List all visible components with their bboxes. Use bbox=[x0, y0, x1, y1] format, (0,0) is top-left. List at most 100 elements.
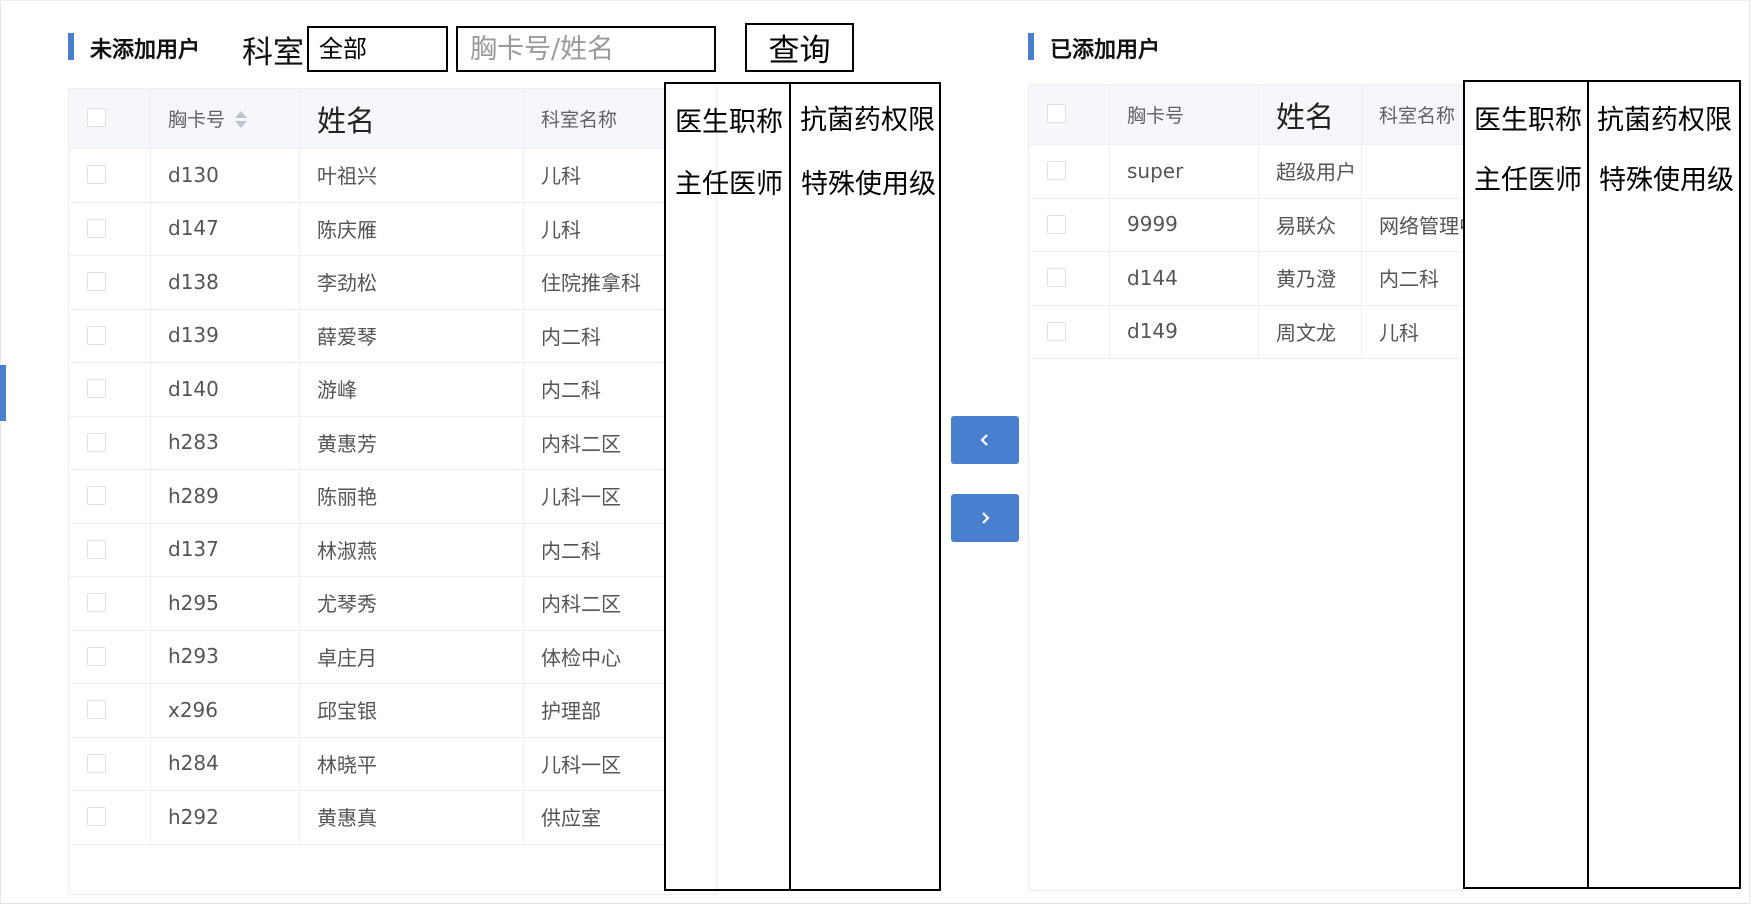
table-row[interactable]: d144 黄乃澄 内二科 bbox=[1029, 251, 1469, 306]
select-cell bbox=[69, 362, 151, 416]
select-cell bbox=[69, 790, 151, 844]
table-row[interactable]: h289 陈丽艳 儿科一区 bbox=[69, 469, 717, 524]
name-cell: 陈庆雁 bbox=[300, 201, 524, 255]
header-select-cell bbox=[1029, 85, 1110, 144]
chevron-left-icon bbox=[980, 434, 988, 446]
row-checkbox[interactable] bbox=[87, 646, 106, 666]
select-cell bbox=[69, 736, 151, 790]
header-name: 姓名 bbox=[1259, 85, 1362, 144]
antibiotic-permission-value: 特殊使用级 bbox=[801, 169, 936, 200]
row-checkbox[interactable] bbox=[87, 593, 106, 612]
name-cell: 邱宝银 bbox=[300, 683, 524, 737]
table-row[interactable]: h295 尤琴秀 内科二区 bbox=[69, 576, 717, 631]
name-cell: 叶祖兴 bbox=[300, 148, 524, 202]
row-checkbox[interactable] bbox=[87, 539, 106, 559]
department-cell: 内二科 bbox=[1362, 251, 1469, 305]
name-cell: 易联众 bbox=[1259, 197, 1362, 251]
row-checkbox[interactable] bbox=[1047, 161, 1066, 180]
added-users-table: 胸卡号 姓名 科室名称 super超级用户9999易联众网络管理中心d144黄乃… bbox=[1028, 84, 1470, 891]
select-cell bbox=[1029, 251, 1110, 305]
select-cell bbox=[69, 522, 151, 576]
select-cell bbox=[69, 415, 151, 469]
card-number-cell: d147 bbox=[151, 201, 300, 255]
table-row[interactable]: d130 叶祖兴 儿科 bbox=[69, 148, 717, 203]
card-number-cell: d144 bbox=[1110, 251, 1259, 305]
added-users-title: 已添加用户 bbox=[1050, 38, 1161, 63]
row-checkbox[interactable] bbox=[87, 218, 106, 238]
card-number-cell: d138 bbox=[151, 255, 300, 309]
row-checkbox[interactable] bbox=[87, 807, 106, 826]
unadded-users-title: 未添加用户 bbox=[90, 38, 201, 63]
select-cell bbox=[69, 683, 151, 737]
query-button[interactable]: 查询 bbox=[745, 23, 854, 72]
department-cell: 网络管理中心 bbox=[1362, 198, 1469, 252]
antibiotic-permission-value: 特殊使用级 bbox=[1599, 165, 1734, 196]
search-input[interactable] bbox=[456, 26, 716, 72]
table-row[interactable]: d137 林淑燕 内二科 bbox=[69, 522, 717, 577]
department-select[interactable]: 全部 bbox=[307, 26, 448, 72]
select-cell bbox=[69, 201, 151, 255]
table-header: 胸卡号 姓名 科室名称 bbox=[69, 89, 717, 149]
select-cell bbox=[1029, 144, 1110, 198]
header-card[interactable]: 胸卡号 bbox=[1110, 85, 1259, 144]
table-row[interactable]: super 超级用户 bbox=[1029, 144, 1469, 199]
name-cell: 薛爱琴 bbox=[300, 308, 524, 362]
row-checkbox[interactable] bbox=[87, 325, 106, 345]
row-checkbox[interactable] bbox=[1047, 214, 1066, 234]
name-cell: 超级用户 bbox=[1259, 144, 1362, 198]
select-all-checkbox[interactable] bbox=[1047, 104, 1066, 123]
antibiotic-permission-column: 抗菌药权限 特殊使用级 bbox=[1587, 80, 1741, 889]
select-cell bbox=[69, 576, 151, 630]
row-checkbox[interactable] bbox=[87, 432, 106, 452]
table-row[interactable]: d139 薛爱琴 内二科 bbox=[69, 308, 717, 363]
row-checkbox[interactable] bbox=[87, 700, 106, 719]
select-cell bbox=[1029, 197, 1110, 251]
table-row[interactable]: h283 黄惠芳 内科二区 bbox=[69, 415, 717, 470]
chevron-right-icon bbox=[982, 512, 990, 524]
department-cell bbox=[1362, 144, 1469, 198]
antibiotic-permission-header: 抗菌药权限 bbox=[1597, 105, 1732, 136]
doctor-title-header: 医生职称 bbox=[1474, 105, 1582, 136]
doctor-title-value: 主任医师 bbox=[675, 169, 783, 200]
doctor-title-column: 医生职称 主任医师 bbox=[1463, 80, 1590, 889]
table-row[interactable]: h284 林晓平 儿科一区 bbox=[69, 736, 717, 791]
select-all-checkbox[interactable] bbox=[87, 108, 106, 127]
row-checkbox[interactable] bbox=[87, 379, 106, 398]
column-divider bbox=[716, 84, 717, 889]
doctor-title-column: 医生职称 主任医师 bbox=[664, 82, 791, 891]
row-checkbox[interactable] bbox=[87, 165, 106, 184]
sort-icon[interactable] bbox=[235, 109, 248, 129]
card-number-cell: d139 bbox=[151, 308, 300, 362]
row-checkbox[interactable] bbox=[1047, 268, 1066, 287]
move-right-button[interactable] bbox=[951, 494, 1019, 542]
collapse-tab[interactable] bbox=[0, 365, 6, 421]
name-cell: 卓庄月 bbox=[300, 629, 524, 683]
name-cell: 李劲松 bbox=[300, 255, 524, 309]
title-accent-bar bbox=[68, 33, 74, 60]
name-cell: 黄惠芳 bbox=[300, 415, 524, 469]
card-number-cell: super bbox=[1110, 144, 1259, 198]
table-row[interactable]: h292 黄惠真 供应室 bbox=[69, 790, 717, 845]
name-cell: 黄乃澄 bbox=[1259, 251, 1362, 305]
header-card[interactable]: 胸卡号 bbox=[151, 89, 300, 148]
row-checkbox[interactable] bbox=[1047, 321, 1066, 341]
table-row[interactable]: d147 陈庆雁 儿科 bbox=[69, 201, 717, 256]
table-row[interactable]: h293 卓庄月 体检中心 bbox=[69, 629, 717, 684]
table-row[interactable]: x296 邱宝银 护理部 bbox=[69, 683, 717, 738]
move-left-button[interactable] bbox=[951, 416, 1019, 464]
row-checkbox[interactable] bbox=[87, 753, 106, 773]
row-checkbox[interactable] bbox=[87, 486, 106, 505]
card-number-cell: x296 bbox=[151, 683, 300, 737]
card-number-cell: d140 bbox=[151, 362, 300, 416]
table-row[interactable]: d138 李劲松 住院推拿科 bbox=[69, 255, 717, 310]
header-select-cell bbox=[69, 89, 151, 148]
card-number-cell: 9999 bbox=[1110, 197, 1259, 251]
name-cell: 游峰 bbox=[300, 362, 524, 416]
table-row[interactable]: d140 游峰 内二科 bbox=[69, 362, 717, 417]
row-checkbox[interactable] bbox=[87, 272, 106, 291]
name-cell: 黄惠真 bbox=[300, 790, 524, 844]
card-number-cell: d137 bbox=[151, 522, 300, 576]
select-cell bbox=[69, 629, 151, 683]
table-row[interactable]: d149 周文龙 儿科 bbox=[1029, 304, 1469, 359]
table-row[interactable]: 9999易联众网络管理中心 bbox=[1029, 197, 1469, 252]
